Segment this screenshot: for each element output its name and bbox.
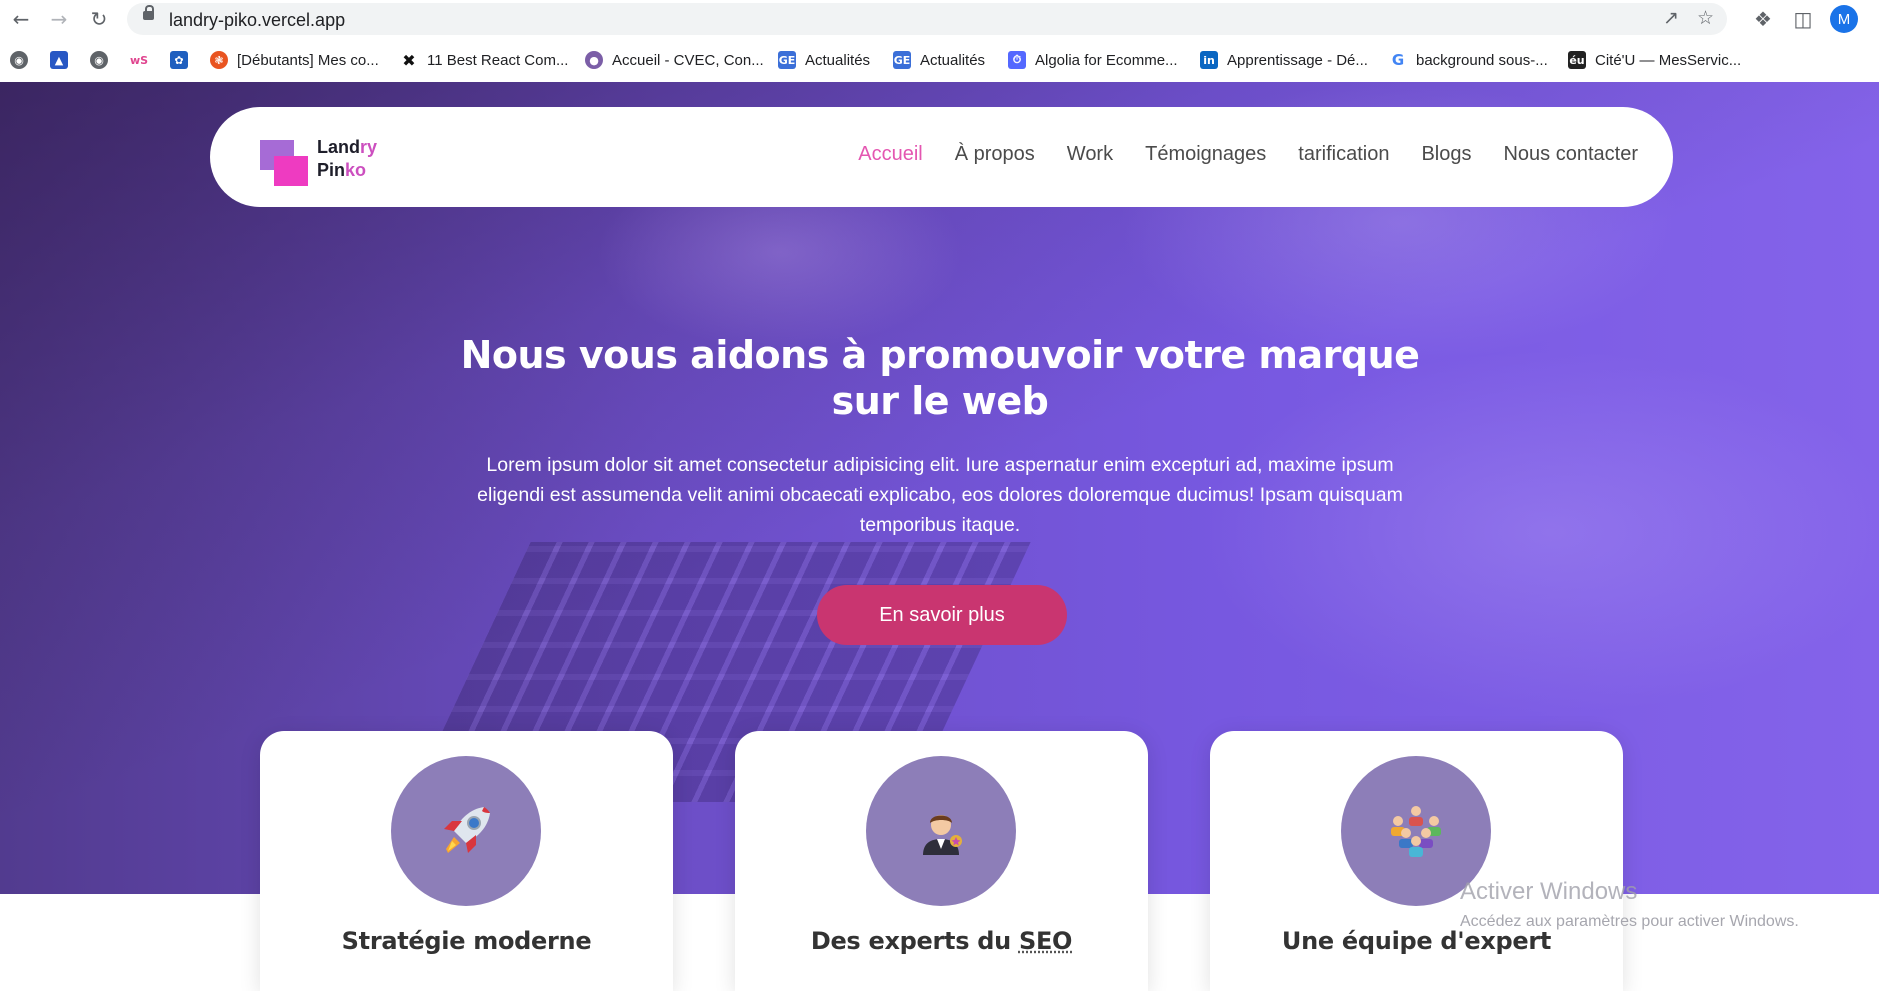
bookmark-item[interactable]: ✖ 11 Best React Com... [400, 48, 568, 72]
feature-card-team: Une équipe d'expert [1210, 731, 1623, 991]
bookmark-item[interactable]: éu Cité'U — MesServic... [1568, 48, 1741, 72]
nav-link-temoignages[interactable]: Témoignages [1145, 143, 1266, 166]
linkedin-icon: in [1200, 51, 1218, 69]
logo-icon[interactable] [260, 140, 310, 188]
card-icon-circle [866, 756, 1016, 906]
card-title: Des experts du SEO [735, 927, 1148, 955]
bookmark-item[interactable]: G background sous-... [1389, 48, 1548, 72]
expert-icon [915, 805, 967, 857]
ubuntu-icon: ❃ [210, 51, 228, 69]
ws-icon[interactable]: wS [130, 51, 148, 69]
bookmark-item[interactable]: GE Actualités [893, 48, 985, 72]
bookmark-label: 11 Best React Com... [427, 52, 568, 69]
nav-links: Accueil À propos Work Témoignages tarifi… [826, 143, 1638, 166]
bookmark-label: Actualités [920, 52, 985, 69]
rocket-icon [434, 799, 498, 863]
nav-link-tarification[interactable]: tarification [1298, 143, 1389, 166]
feature-card-strategy: Stratégie moderne [260, 731, 673, 991]
globe-icon[interactable]: ◉ [10, 51, 28, 69]
bookmark-label: Apprentissage - Dé... [1227, 52, 1368, 69]
share-icon[interactable]: ↗ [1663, 7, 1679, 29]
bookmark-item[interactable]: GE Actualités [778, 48, 870, 72]
bookmark-label: Cité'U — MesServic... [1595, 52, 1741, 69]
feature-card-seo: Des experts du SEO [735, 731, 1148, 991]
nav-link-work[interactable]: Work [1067, 143, 1113, 166]
bug-icon[interactable]: ✿ [170, 51, 188, 69]
hero-description: Lorem ipsum dolor sit amet consectetur a… [470, 450, 1410, 540]
browser-toolbar: ← → ↻ landry-piko.vercel.app ↗ ☆ ❖ ◫ M [0, 0, 1879, 38]
nav-link-blogs[interactable]: Blogs [1421, 143, 1471, 166]
hero-title: Nous vous aidons à promouvoir votre marq… [440, 332, 1440, 424]
bookmarks-bar: ◉ ▲ ◉ wS ✿ ❃ [Débutants] Mes co... ✖ 11 … [0, 38, 1879, 83]
profile-avatar[interactable]: M [1830, 5, 1858, 33]
windows-activation-title: Activer Windows [1460, 878, 1637, 906]
cvec-icon: ● [585, 51, 603, 69]
cite-u-icon: éu [1568, 51, 1586, 69]
bookmark-item[interactable]: ⏱ Algolia for Ecomme... [1008, 48, 1178, 72]
ge-icon: GE [893, 51, 911, 69]
lock-icon [143, 11, 154, 20]
team-icon [1384, 803, 1448, 859]
chart-bookmark-icon[interactable]: ▲ [50, 51, 68, 69]
card-title: Une équipe d'expert [1210, 927, 1623, 955]
windows-activation-subtitle: Accédez aux paramètres pour activer Wind… [1460, 913, 1799, 931]
google-icon: G [1389, 51, 1407, 69]
back-icon[interactable]: ← [8, 6, 34, 32]
star-icon[interactable]: ☆ [1697, 7, 1714, 29]
reload-icon[interactable]: ↻ [86, 6, 112, 32]
forward-icon[interactable]: → [46, 6, 72, 32]
x-icon: ✖ [400, 51, 418, 69]
bookmark-item[interactable]: in Apprentissage - Dé... [1200, 48, 1368, 72]
address-bar[interactable]: landry-piko.vercel.app ↗ ☆ [127, 3, 1727, 35]
logo-text[interactable]: Landry Pinko [317, 136, 377, 182]
globe-icon[interactable]: ◉ [90, 51, 108, 69]
url-text: landry-piko.vercel.app [169, 10, 345, 31]
bookmark-item[interactable]: ● Accueil - CVEC, Con... [585, 48, 764, 72]
card-icon-circle [391, 756, 541, 906]
bookmark-label: Actualités [805, 52, 870, 69]
bookmark-label: Algolia for Ecomme... [1035, 52, 1178, 69]
algolia-icon: ⏱ [1008, 51, 1026, 69]
bookmark-item[interactable]: ❃ [Débutants] Mes co... [210, 48, 379, 72]
nav-link-accueil[interactable]: Accueil [858, 143, 922, 166]
card-title: Stratégie moderne [260, 927, 673, 955]
bookmark-label: [Débutants] Mes co... [237, 52, 379, 69]
extensions-icon[interactable]: ❖ [1750, 6, 1776, 32]
nav-link-a-propos[interactable]: À propos [955, 143, 1035, 166]
bookmark-label: background sous-... [1416, 52, 1548, 69]
learn-more-button[interactable]: En savoir plus [817, 585, 1067, 645]
side-panel-icon[interactable]: ◫ [1790, 6, 1816, 32]
ge-icon: GE [778, 51, 796, 69]
nav-link-contact[interactable]: Nous contacter [1503, 143, 1638, 166]
navbar: Landry Pinko Accueil À propos Work Témoi… [210, 107, 1673, 207]
bookmark-label: Accueil - CVEC, Con... [612, 52, 764, 69]
